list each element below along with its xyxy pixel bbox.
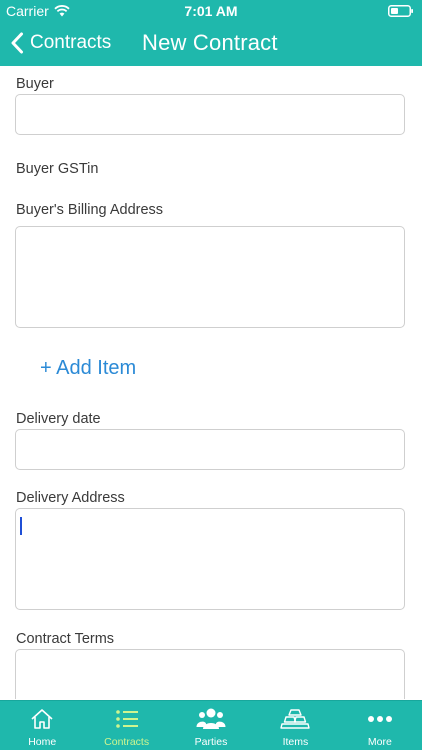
tab-bar: Home Contracts Parties Items More (0, 700, 422, 750)
back-button-label: Contracts (30, 32, 112, 53)
battery-icon (388, 5, 413, 17)
buyer-label: Buyer (16, 76, 54, 92)
tab-items-label: Items (282, 736, 309, 748)
status-bar: Carrier 7:01 AM (0, 0, 422, 22)
tab-more[interactable]: More (338, 701, 422, 750)
billing-address-field[interactable] (15, 226, 405, 328)
text-cursor (20, 517, 22, 535)
delivery-address-field[interactable] (15, 508, 405, 610)
stacked-bars-icon (280, 709, 311, 729)
status-time: 7:01 AM (184, 3, 238, 19)
list-icon (115, 710, 138, 728)
tab-more-label: More (367, 736, 392, 748)
delivery-date-field[interactable] (15, 429, 405, 470)
people-icon (196, 708, 226, 729)
tab-contracts[interactable]: Contracts (84, 701, 168, 750)
buyer-gstin-label: Buyer GSTin (16, 161, 99, 177)
home-icon (31, 709, 53, 729)
delivery-address-label: Delivery Address (16, 490, 125, 506)
buyer-field[interactable] (15, 94, 405, 135)
contract-form: Buyer Buyer GSTin Buyer's Billing Addres… (0, 66, 422, 699)
add-item-button[interactable]: + Add Item (40, 357, 136, 380)
tab-parties[interactable]: Parties (169, 701, 253, 750)
app-header: Carrier 7:01 AM Contracts New Contract (0, 0, 422, 66)
more-dots-icon (367, 716, 392, 722)
contract-terms-field[interactable] (15, 649, 405, 699)
page-title: New Contract (142, 30, 278, 55)
back-button[interactable]: Contracts (10, 28, 111, 58)
tab-contracts-label: Contracts (104, 736, 150, 748)
contract-terms-label: Contract Terms (16, 631, 115, 647)
tab-items[interactable]: Items (253, 701, 337, 750)
chevron-left-icon (11, 32, 23, 54)
tab-home-label: Home (28, 736, 57, 748)
tab-home[interactable]: Home (0, 701, 84, 750)
tab-parties-label: Parties (194, 736, 228, 748)
billing-address-label: Buyer's Billing Address (16, 202, 164, 218)
delivery-date-label: Delivery date (16, 411, 101, 427)
navigation-bar: Contracts New Contract (0, 22, 422, 66)
